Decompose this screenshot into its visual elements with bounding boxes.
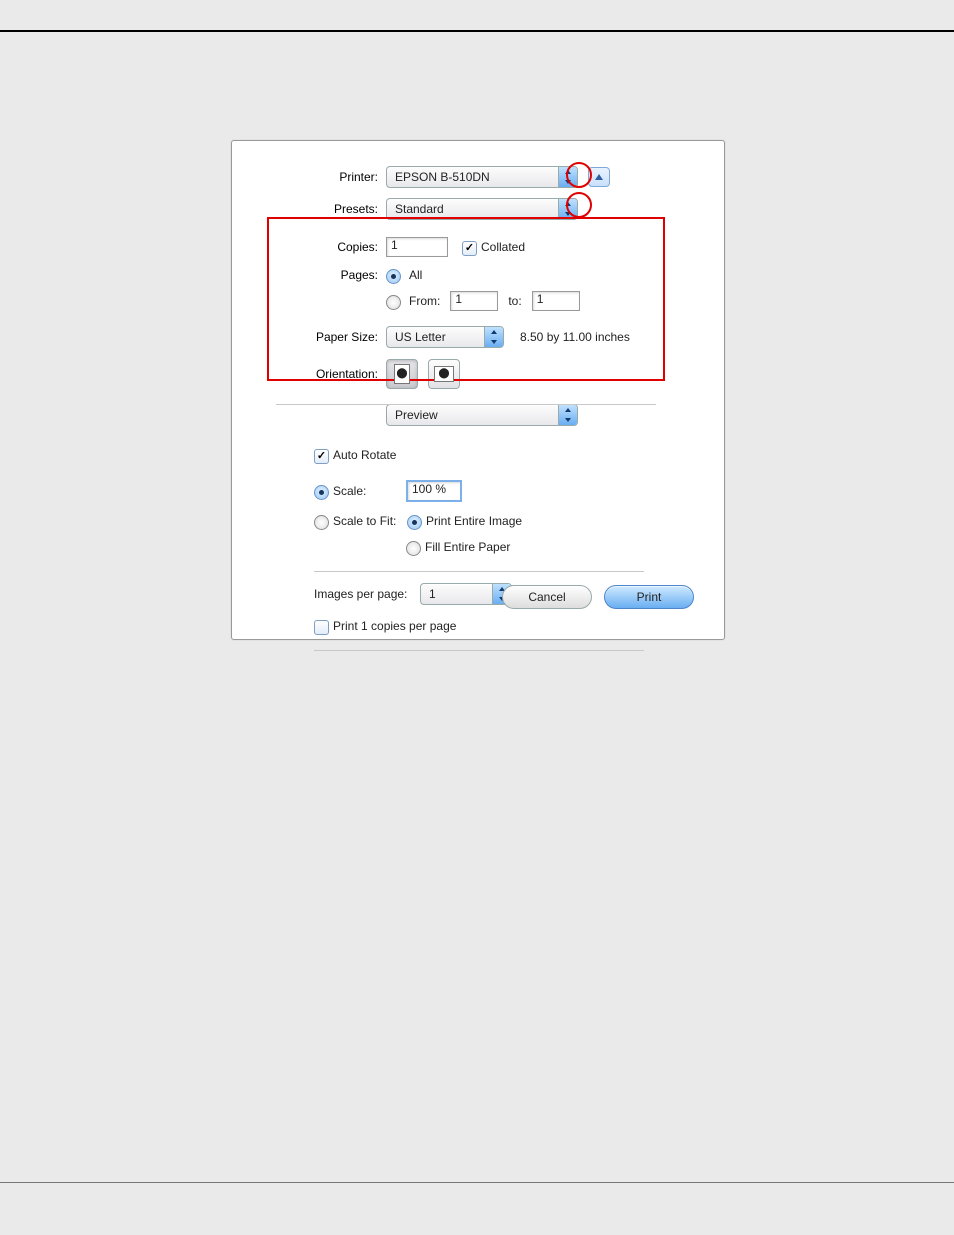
copies-label: Copies: xyxy=(232,240,386,254)
pane-select[interactable]: Preview xyxy=(386,404,578,426)
print-copies-per-page-checkbox[interactable] xyxy=(314,620,329,635)
auto-rotate-checkbox[interactable] xyxy=(314,449,329,464)
collated-label: Collated xyxy=(481,240,525,254)
presets-value: Standard xyxy=(387,202,558,216)
paper-dims-text: 8.50 by 11.00 inches xyxy=(520,330,630,344)
pages-to-label: to: xyxy=(508,294,521,308)
page-footer-bar xyxy=(0,1182,954,1213)
pages-range-radio[interactable] xyxy=(386,295,401,310)
print-copies-per-page-label: Print 1 copies per page xyxy=(333,619,456,633)
scale-radio[interactable] xyxy=(314,485,329,500)
images-per-page-label: Images per page: xyxy=(314,587,420,601)
orientation-label: Orientation: xyxy=(232,367,386,381)
person-icon: ⬤ xyxy=(438,369,449,379)
scale-to-fit-label: Scale to Fit: xyxy=(333,514,407,528)
printer-label: Printer: xyxy=(232,170,386,184)
print-entire-image-label: Print Entire Image xyxy=(426,514,522,528)
page-icon: ⬤ xyxy=(394,364,410,384)
auto-rotate-label: Auto Rotate xyxy=(333,448,396,462)
orientation-portrait-button[interactable]: ⬤ xyxy=(386,359,418,389)
paper-size-label: Paper Size: xyxy=(232,330,386,344)
print-dialog: Printer: EPSON B-510DN Presets: Standard xyxy=(231,140,725,640)
pages-all-radio[interactable] xyxy=(386,269,401,284)
page-icon: ⬤ xyxy=(434,366,454,382)
presets-label: Presets: xyxy=(232,202,386,216)
pages-from-label: From: xyxy=(409,294,440,308)
collapse-dialog-button[interactable] xyxy=(588,167,610,187)
page-header-bar xyxy=(0,0,954,32)
print-entire-image-radio[interactable] xyxy=(407,515,422,530)
paper-size-value: US Letter xyxy=(387,330,484,344)
updown-icon xyxy=(558,199,577,219)
fill-entire-paper-label: Fill Entire Paper xyxy=(425,540,510,554)
printer-select[interactable]: EPSON B-510DN xyxy=(386,166,578,188)
print-button[interactable]: Print xyxy=(604,585,694,609)
images-per-page-value: 1 xyxy=(421,587,492,601)
pages-all-label: All xyxy=(409,268,422,282)
copies-input[interactable]: 1 xyxy=(386,237,448,257)
printer-value: EPSON B-510DN xyxy=(387,170,558,184)
presets-select[interactable]: Standard xyxy=(386,198,578,220)
scale-to-fit-radio[interactable] xyxy=(314,515,329,530)
fill-entire-paper-radio[interactable] xyxy=(406,541,421,556)
person-icon: ⬤ xyxy=(396,369,407,379)
paper-size-select[interactable]: US Letter xyxy=(386,326,504,348)
pages-from-input[interactable]: 1 xyxy=(450,291,498,311)
collated-checkbox[interactable] xyxy=(462,241,477,256)
pane-value: Preview xyxy=(387,408,558,422)
orientation-landscape-button[interactable]: ⬤ xyxy=(428,359,460,389)
scale-input[interactable]: 100 % xyxy=(407,481,461,501)
pages-label: Pages: xyxy=(232,268,386,282)
updown-icon xyxy=(558,167,577,187)
scale-label: Scale: xyxy=(333,484,407,498)
pages-to-input[interactable]: 1 xyxy=(532,291,580,311)
updown-icon xyxy=(484,327,503,347)
updown-icon xyxy=(558,405,577,425)
cancel-button[interactable]: Cancel xyxy=(502,585,592,609)
images-per-page-select[interactable]: 1 xyxy=(420,583,512,605)
